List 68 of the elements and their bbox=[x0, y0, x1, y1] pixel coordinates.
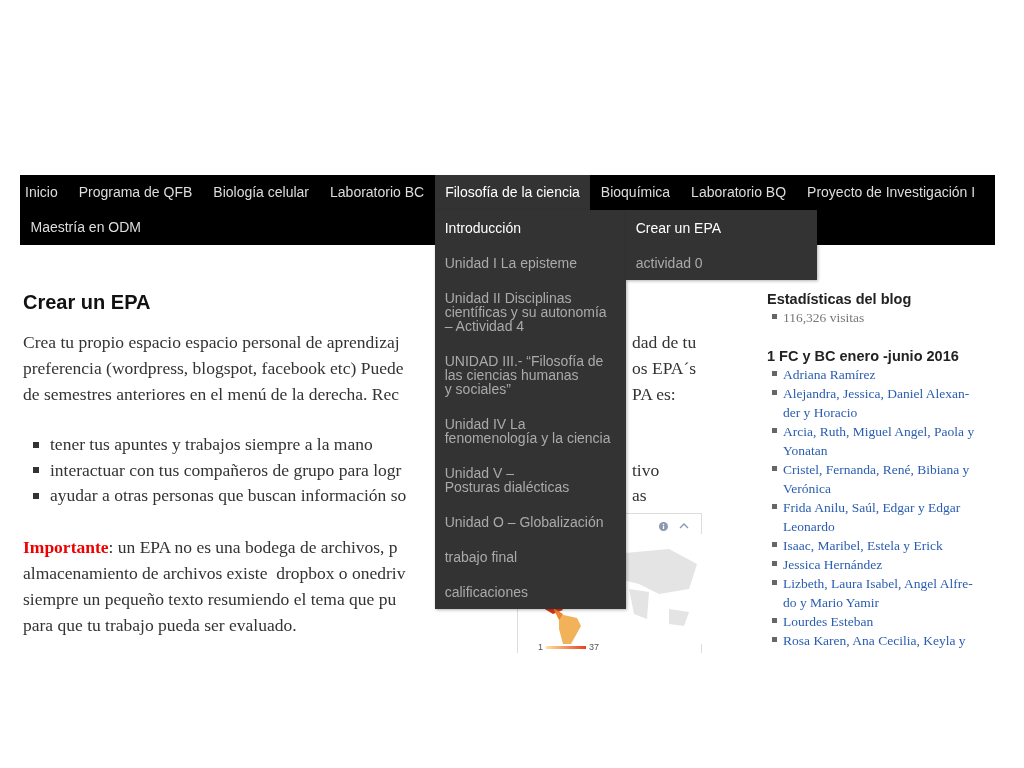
nav-link[interactable]: Filosofía de la ciencia bbox=[434, 175, 591, 210]
paragraph-text: os EPA´s bbox=[632, 357, 697, 380]
paragraph-text: siempre un pequeño texto resumiendo el tema que pu bbox=[23, 588, 397, 611]
paragraph-text: tener tus apuntes y trabajos siempre a la mano bbox=[50, 433, 373, 456]
group-link[interactable]: Jessica Hernández bbox=[783, 555, 883, 574]
paragraph-text: PA es: bbox=[632, 383, 676, 406]
menu-item[interactable]: calificaciones bbox=[434, 574, 626, 609]
menu-item[interactable]: trabajo final bbox=[434, 539, 626, 574]
bullet-icon bbox=[772, 390, 777, 395]
group-link[interactable]: Alejandra, Jessica, Daniel Alexan- der y Horacio bbox=[783, 384, 970, 422]
menu-item[interactable]: Unidad II Disciplinas científicas y su autonomía – Actividad 4 bbox=[434, 280, 626, 343]
bullet-icon bbox=[772, 618, 777, 623]
menu-item[interactable]: Unidad O – Globalización bbox=[434, 504, 626, 539]
widget-title: 1 FC y BC enero -junio 2016 bbox=[767, 347, 960, 365]
group-link[interactable]: Cristel, Fernanda, René, Bibiana y Verónica bbox=[783, 460, 970, 498]
group-link[interactable]: Arcia, Ruth, Miguel Angel, Paola y Yonatan bbox=[783, 422, 975, 460]
nav-link[interactable]: Inicio bbox=[20, 175, 69, 210]
bullet-icon bbox=[33, 441, 39, 448]
paragraph-text: almacenamiento de archivos existe dropbox o onedriv bbox=[23, 562, 406, 585]
group-link[interactable]: Lourdes Esteban bbox=[783, 612, 874, 631]
paragraph-text: tivo bbox=[632, 458, 660, 482]
nav-link[interactable]: Laboratorio BC bbox=[319, 175, 435, 210]
bullet-icon bbox=[772, 637, 777, 642]
group-link[interactable]: Rosa Karen, Ana Cecilia, Keyla y bbox=[783, 631, 966, 650]
bullet-icon bbox=[772, 542, 777, 547]
paragraph-text: dad de tu bbox=[632, 331, 697, 354]
menu-item[interactable]: UNIDAD III.- “Filosofía de las ciencias humanas y sociales” bbox=[434, 343, 626, 406]
legend-label: 37 bbox=[589, 642, 600, 652]
paragraph-text: preferencia (wordpress, blogspot, facebook etc) Puede bbox=[23, 357, 404, 380]
bullet-icon bbox=[33, 492, 39, 499]
paragraph-text: de semestres anteriores en el menú de la derecha. Rec bbox=[23, 383, 400, 406]
menu-item[interactable]: Unidad I La episteme bbox=[434, 245, 626, 280]
paragraph-text: as bbox=[632, 484, 647, 507]
paragraph-text: Importante: un EPA no es una bodega de archivos, p bbox=[23, 536, 398, 559]
bullet-icon bbox=[772, 504, 777, 509]
bullet-icon bbox=[772, 466, 777, 471]
paragraph-text: ayudar a otras personas que buscan información so bbox=[50, 484, 407, 507]
widget-title: Estadísticas del blog bbox=[767, 290, 913, 308]
nav-link[interactable]: Bioquímica bbox=[590, 175, 681, 210]
bullet-icon bbox=[772, 314, 777, 319]
bullet-icon bbox=[772, 371, 777, 376]
menu-item[interactable]: Introducción bbox=[434, 210, 626, 245]
menu-item[interactable]: actividad 0 bbox=[625, 245, 817, 280]
nav-link[interactable]: Maestría en ODM bbox=[20, 210, 152, 245]
legend-label: 1 bbox=[538, 642, 543, 652]
bullet-icon bbox=[772, 580, 777, 585]
paragraph-text: para que tu trabajo pueda ser evaluado. bbox=[23, 614, 297, 637]
info-icon[interactable] bbox=[659, 522, 668, 531]
chevron-up-icon[interactable] bbox=[679, 523, 689, 529]
nav-link[interactable]: Biología celular bbox=[202, 175, 320, 210]
page-title: Crear un EPA bbox=[23, 290, 151, 314]
bullet-icon bbox=[772, 428, 777, 433]
nav-link[interactable]: Programa de QFB bbox=[68, 175, 203, 210]
group-link[interactable]: Adriana Ramírez bbox=[783, 365, 876, 384]
menu-item[interactable]: Unidad IV La fenomenología y la ciencia bbox=[434, 406, 626, 455]
paragraph-text: interactuar con tus compañeros de grupo para logr bbox=[50, 458, 402, 482]
bullet-icon bbox=[772, 561, 777, 566]
paragraph-text: Crea tu propio espacio espacio personal de aprendizaj bbox=[23, 331, 400, 354]
legend-bar bbox=[546, 645, 586, 649]
group-link[interactable]: Isaac, Maribel, Estela y Erick bbox=[783, 536, 943, 555]
group-link[interactable]: Frida Anilu, Saúl, Edgar y Edgar Leonardo bbox=[783, 498, 961, 536]
nav-link[interactable]: Laboratorio BQ bbox=[680, 175, 797, 210]
menu-item[interactable]: Unidad V – Posturas dialécticas bbox=[434, 455, 626, 504]
bullet-icon bbox=[33, 467, 39, 474]
group-link[interactable]: Lizbeth, Laura Isabel, Angel Alfre- do y Mario Yamir bbox=[783, 574, 973, 612]
menu-item[interactable]: Crear un EPA bbox=[625, 210, 817, 245]
nav-link[interactable]: Proyecto de Investigación I bbox=[796, 175, 986, 210]
stat-text: 116,326 visitas bbox=[783, 309, 865, 327]
